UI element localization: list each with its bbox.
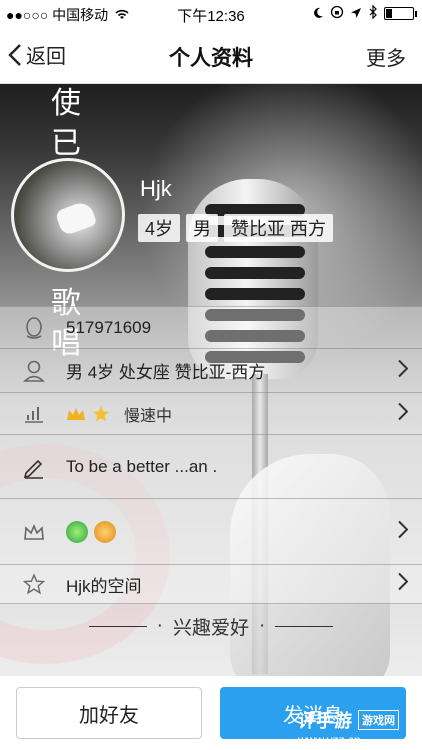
bar-chart-icon <box>20 400 48 428</box>
status-right <box>312 4 417 22</box>
crown-outline-icon <box>20 518 48 546</box>
person-icon <box>20 357 48 385</box>
dot: · <box>259 615 266 636</box>
page-title: 个人资料 <box>169 47 253 70</box>
qq-number: 517971609 <box>66 317 152 337</box>
medal-badges <box>66 520 116 543</box>
interests-title: 兴趣爱好 <box>172 617 249 639</box>
username: Hjk <box>140 176 172 201</box>
avatar-figure <box>54 199 98 237</box>
pencil-icon <box>20 453 48 481</box>
watermark: 评手游 游戏网 www.yzz.cn <box>298 707 418 747</box>
crown-icon <box>67 407 85 420</box>
details-row[interactable]: 男 4岁 处女座 赞比亚-西方 <box>0 348 422 392</box>
moon-icon <box>312 6 324 22</box>
divider-line <box>88 625 147 627</box>
signature-text: To be a better ...an . <box>66 456 218 476</box>
gem-badge-icon <box>66 520 88 543</box>
level-badges <box>66 405 110 423</box>
chevron-right-icon <box>398 572 409 596</box>
watermark-tag: 游戏网 <box>358 710 399 730</box>
level-row[interactable]: 慢速中 <box>0 392 422 434</box>
more-button[interactable]: 更多 <box>366 42 406 71</box>
chevron-right-icon <box>398 520 409 543</box>
chevron-right-icon <box>398 402 409 425</box>
location-tag: 赞比亚 西方 <box>224 214 334 242</box>
location-icon <box>350 6 362 22</box>
rotation-lock-icon <box>330 5 344 22</box>
age-tag: 4岁 <box>138 214 181 242</box>
space-row[interactable]: Hjk的空间 <box>0 564 422 604</box>
dot: · <box>156 615 163 636</box>
space-text: Hjk的空间 <box>66 576 142 596</box>
penguin-icon <box>20 314 48 342</box>
gender-tag: 男 <box>186 214 219 242</box>
details-text: 男 4岁 处女座 赞比亚-西方 <box>66 363 266 382</box>
star-icon <box>93 405 109 421</box>
watermark-brand: 评手游 <box>298 711 352 731</box>
medals-row[interactable] <box>0 498 422 564</box>
battery-icon <box>384 7 417 20</box>
bluetooth-icon <box>368 4 378 22</box>
nav-bar: 返回 个人资料 更多 <box>0 28 422 84</box>
watermark-url: www.yzz.cn <box>298 733 361 747</box>
divider-line <box>275 625 334 627</box>
level-status: 慢速中 <box>124 407 173 425</box>
status-bar: ●●○○○ 中国移动 下午12:36 <box>0 0 422 28</box>
qq-number-row: 517971609 <box>0 306 422 348</box>
vertical-char: 使 <box>51 87 81 120</box>
avatar[interactable] <box>11 158 125 272</box>
lv2-badge-icon <box>94 520 116 543</box>
profile-tags: 4岁 男 赞比亚 西方 <box>138 214 334 242</box>
interests-section-title: · 兴趣爱好 · <box>0 610 422 642</box>
chevron-right-icon <box>398 359 409 382</box>
star-outline-icon <box>20 570 48 598</box>
add-friend-button[interactable]: 加好友 <box>16 687 202 739</box>
profile-info-list: 517971609 男 4岁 处女座 赞比亚-西方 慢速中 To be a be… <box>0 306 422 604</box>
signature-row[interactable]: To be a better ...an . <box>0 434 422 498</box>
